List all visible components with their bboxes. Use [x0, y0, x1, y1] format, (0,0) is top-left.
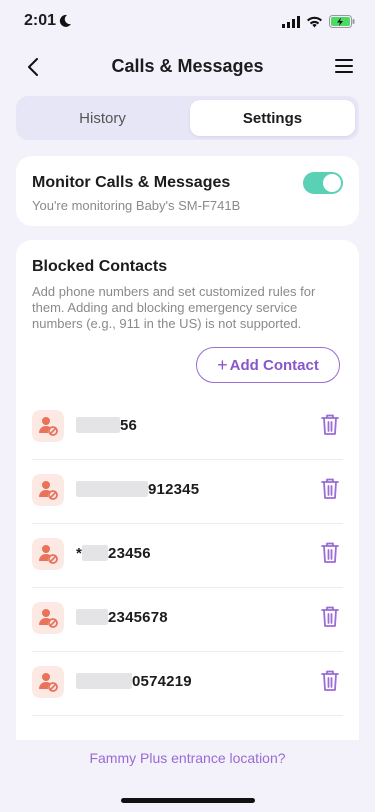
trash-icon[interactable]: [319, 413, 341, 437]
battery-icon: [329, 15, 355, 33]
blocked-description: Add phone numbers and set customized rul…: [32, 284, 316, 331]
trash-icon[interactable]: [319, 605, 341, 629]
redacted-digits: [76, 673, 132, 689]
redacted-digits: [82, 545, 109, 561]
contact-number: 2345678: [76, 609, 168, 626]
contact-number-suffix: 23456: [108, 545, 151, 562]
fammy-plus-link[interactable]: Fammy Plus entrance location?: [0, 750, 375, 766]
tab-switcher: History Settings: [16, 96, 359, 140]
tab-history[interactable]: History: [20, 100, 185, 136]
contact-row[interactable]: 2345678: [32, 587, 343, 652]
blocked-user-icon: [32, 410, 64, 442]
nav-bar: Calls & Messages: [0, 44, 375, 88]
blocked-user-icon: [32, 474, 64, 506]
contact-number-suffix: 0574219: [132, 673, 192, 690]
contact-number-suffix: 2345678: [108, 609, 168, 626]
contact-number-suffix: 912345: [148, 481, 200, 498]
contact-number: 0574219: [76, 673, 192, 690]
monitor-title: Monitor Calls & Messages: [32, 174, 231, 191]
signal-icon: [282, 15, 300, 33]
blocked-user-icon: [32, 538, 64, 570]
contact-row[interactable]: 0574219: [32, 651, 343, 716]
moon-icon: [58, 14, 72, 33]
toggle-knob: [323, 174, 341, 192]
status-time: 2:01: [24, 12, 57, 29]
redacted-digits: [76, 417, 120, 433]
add-contact-label: Add Contact: [229, 356, 319, 374]
blocked-user-icon: [32, 602, 64, 634]
contact-row[interactable]: * 23456: [32, 523, 343, 588]
trash-icon[interactable]: [319, 477, 341, 501]
blocked-user-icon: [32, 666, 64, 698]
trash-icon[interactable]: [319, 669, 341, 693]
redacted-digits: [76, 481, 148, 497]
page-title: Calls & Messages: [111, 56, 264, 76]
home-indicator: [121, 798, 255, 803]
blocked-title: Blocked Contacts: [32, 258, 168, 275]
plus-icon: +: [217, 354, 228, 375]
monitor-card: Monitor Calls & Messages You're monitori…: [16, 156, 359, 226]
menu-button[interactable]: [333, 56, 355, 76]
contact-number: * 23456: [76, 545, 151, 562]
tab-settings[interactable]: Settings: [190, 100, 355, 136]
menu-icon: [335, 59, 353, 73]
trash-icon[interactable]: [319, 541, 341, 565]
contact-number: 912345: [76, 481, 199, 498]
monitor-subtitle: You're monitoring Baby's SM-F741B: [32, 198, 241, 213]
status-bar: 2:01: [0, 0, 375, 44]
blocked-contacts-card: Blocked Contacts Add phone numbers and s…: [16, 240, 359, 740]
contact-number-suffix: 56: [120, 417, 138, 434]
contact-number: 56: [76, 417, 137, 434]
redacted-digits: [76, 609, 108, 625]
add-contact-button[interactable]: + Add Contact: [196, 347, 340, 383]
contact-row[interactable]: 56: [32, 395, 343, 460]
contact-row[interactable]: 912345: [32, 459, 343, 524]
wifi-icon: [306, 15, 323, 33]
monitor-toggle[interactable]: [303, 172, 343, 194]
